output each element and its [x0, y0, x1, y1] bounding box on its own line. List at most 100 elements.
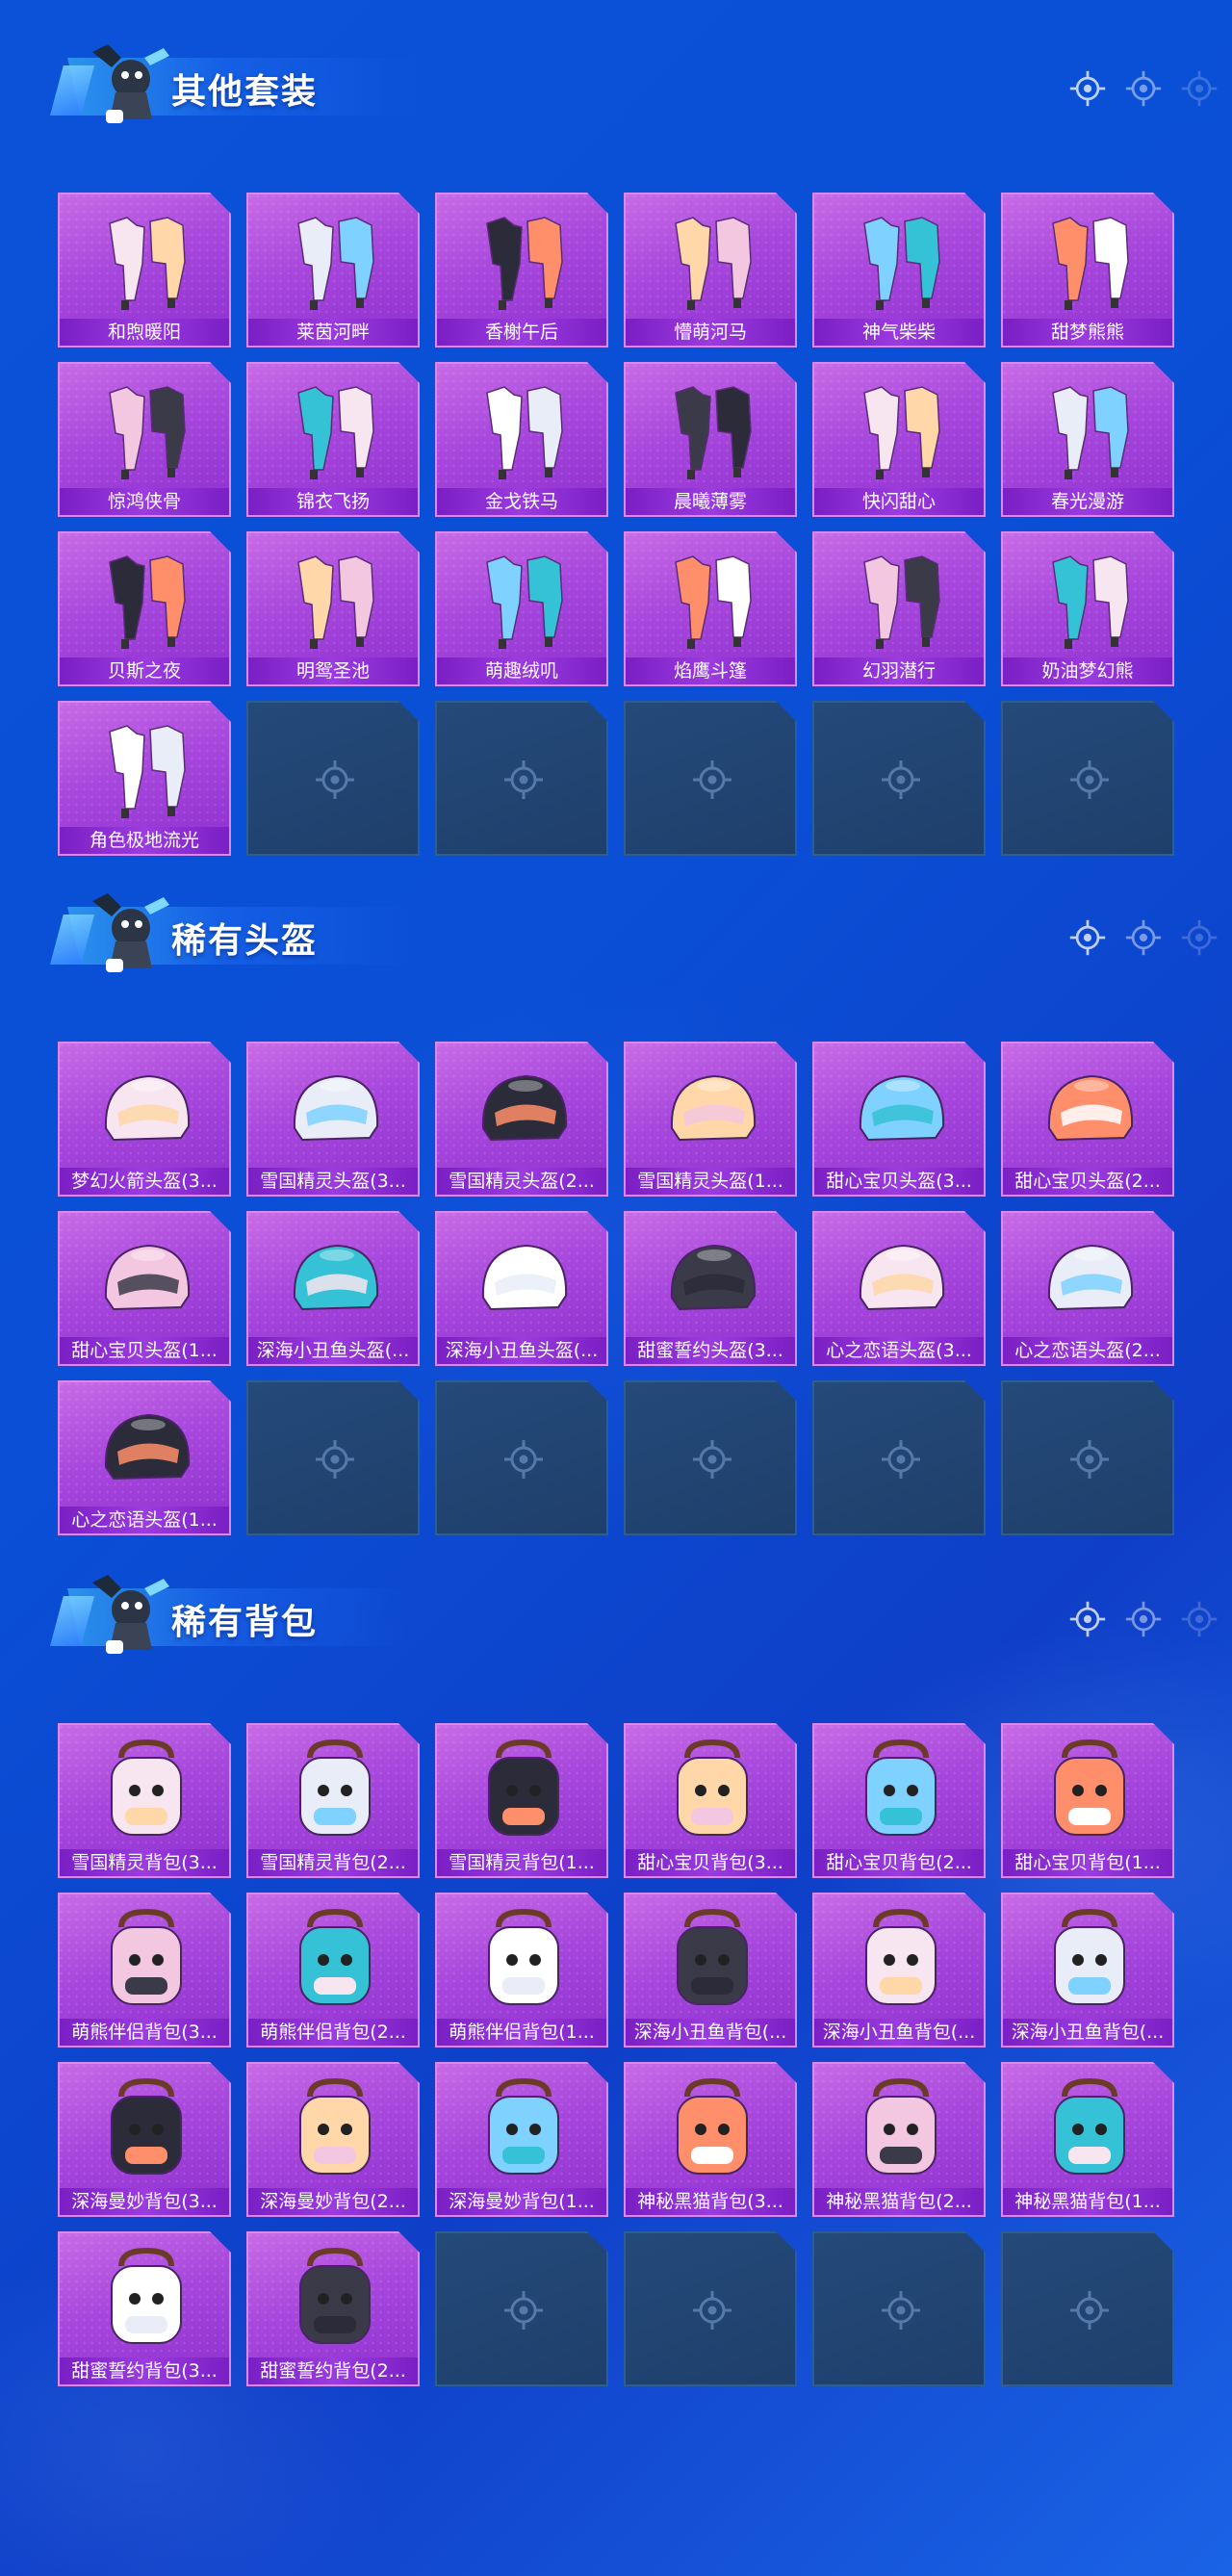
item-card[interactable]: 懵萌河马	[624, 193, 797, 348]
section-title: 稀有头盔	[171, 921, 319, 961]
item-card[interactable]: 甜蜜誓约头盔(3...	[624, 1211, 797, 1366]
crosshair-icon	[1068, 69, 1107, 108]
item-card[interactable]: 深海小丑鱼背包(...	[812, 1893, 986, 2048]
item-card[interactable]: 幻羽潜行	[812, 531, 986, 686]
item-card[interactable]: 雪国精灵背包(2...	[246, 1723, 420, 1878]
mascot-icon	[83, 1565, 175, 1658]
crosshair-icon	[502, 759, 545, 801]
item-card[interactable]: 金戈铁马	[435, 362, 608, 517]
item-card[interactable]: 锦衣飞扬	[246, 362, 420, 517]
item-card[interactable]: 神秘黑猫背包(1...	[1001, 2062, 1174, 2217]
outfit-icon	[1032, 206, 1147, 312]
outfit-icon	[89, 375, 204, 481]
item-card[interactable]: 甜蜜誓约背包(2...	[246, 2231, 420, 2386]
item-label: 深海曼妙背包(3...	[60, 2188, 229, 2215]
item-card[interactable]: 晨曦薄雾	[624, 362, 797, 517]
item-card[interactable]: 心之恋语头盔(2...	[1001, 1211, 1174, 1366]
item-label: 甜心宝贝背包(2...	[814, 1849, 984, 1876]
crosshair-icon	[1124, 1600, 1163, 1638]
item-card[interactable]: 雪国精灵头盔(2...	[435, 1042, 608, 1197]
item-card[interactable]: 甜梦熊熊	[1001, 193, 1174, 348]
item-card[interactable]: 甜心宝贝头盔(2...	[1001, 1042, 1174, 1197]
item-label: 神秘黑猫背包(1...	[1003, 2188, 1172, 2215]
item-card[interactable]: 心之恋语头盔(1...	[58, 1380, 231, 1535]
item-card[interactable]: 甜心宝贝背包(3...	[624, 1723, 797, 1878]
item-card[interactable]: 深海曼妙背包(3...	[58, 2062, 231, 2217]
helmet-icon	[277, 1224, 393, 1330]
backpack-icon	[843, 1737, 959, 1842]
backpack-icon	[89, 2245, 204, 2351]
item-card[interactable]: 莱茵河畔	[246, 193, 420, 348]
item-card[interactable]: 雪国精灵背包(3...	[58, 1723, 231, 1878]
item-card[interactable]: 春光漫游	[1001, 362, 1174, 517]
crosshair-icon	[691, 1438, 733, 1481]
item-card[interactable]: 萌熊伴侣背包(3...	[58, 1893, 231, 2048]
crosshair-icon	[1068, 1600, 1107, 1638]
item-label: 雪国精灵背包(1...	[437, 1849, 606, 1876]
crosshair-icon	[691, 2289, 733, 2331]
item-card[interactable]: 雪国精灵背包(1...	[435, 1723, 608, 1878]
item-label: 神气柴柴	[814, 319, 984, 346]
item-card[interactable]: 深海小丑鱼头盔(...	[246, 1211, 420, 1366]
item-label: 深海小丑鱼背包(...	[814, 2019, 984, 2046]
backpack-icon	[1032, 1737, 1147, 1842]
helmet-icon	[1032, 1055, 1147, 1161]
item-label: 惊鸿侠骨	[60, 488, 229, 515]
item-card[interactable]: 神秘黑猫背包(3...	[624, 2062, 797, 2217]
item-card[interactable]: 深海曼妙背包(2...	[246, 2062, 420, 2217]
item-card[interactable]: 甜心宝贝背包(2...	[812, 1723, 986, 1878]
item-label: 心之恋语头盔(2...	[1003, 1337, 1172, 1364]
item-card[interactable]: 甜蜜誓约背包(3...	[58, 2231, 231, 2386]
item-card[interactable]: 香榭午后	[435, 193, 608, 348]
item-card[interactable]: 明鸳圣池	[246, 531, 420, 686]
section-header: 其他套装	[29, 29, 1218, 125]
item-card[interactable]: 甜心宝贝头盔(1...	[58, 1211, 231, 1366]
item-card[interactable]: 深海小丑鱼背包(...	[624, 1893, 797, 2048]
item-card[interactable]: 甜心宝贝背包(1...	[1001, 1723, 1174, 1878]
outfit-icon	[843, 375, 959, 481]
item-label: 深海小丑鱼头盔(...	[437, 1337, 606, 1364]
item-label: 深海小丑鱼背包(...	[1003, 2019, 1172, 2046]
item-label: 贝斯之夜	[60, 657, 229, 684]
item-card[interactable]: 角色极地流光	[58, 701, 231, 856]
item-card[interactable]: 深海小丑鱼头盔(...	[435, 1211, 608, 1366]
helmet-icon	[89, 1055, 204, 1161]
item-card[interactable]: 惊鸿侠骨	[58, 362, 231, 517]
empty-slot	[435, 1380, 608, 1535]
item-label: 焰鹰斗篷	[626, 657, 795, 684]
crosshair-icon	[314, 1438, 356, 1481]
item-label: 快闪甜心	[814, 488, 984, 515]
item-card[interactable]: 深海曼妙背包(1...	[435, 2062, 608, 2217]
item-card[interactable]: 雪国精灵头盔(1...	[624, 1042, 797, 1197]
item-label: 晨曦薄雾	[626, 488, 795, 515]
crosshair-icon	[1180, 918, 1219, 957]
item-card[interactable]: 焰鹰斗篷	[624, 531, 797, 686]
item-card[interactable]: 贝斯之夜	[58, 531, 231, 686]
backpack-icon	[89, 1737, 204, 1842]
item-label: 深海曼妙背包(1...	[437, 2188, 606, 2215]
empty-slot	[435, 2231, 608, 2386]
item-card[interactable]: 快闪甜心	[812, 362, 986, 517]
item-card[interactable]: 梦幻火箭头盔(3...	[58, 1042, 231, 1197]
backpack-icon	[277, 2075, 393, 2181]
item-card[interactable]: 和煦暖阳	[58, 193, 231, 348]
item-label: 锦衣飞扬	[248, 488, 418, 515]
item-card[interactable]: 萌趣绒叽	[435, 531, 608, 686]
item-label: 甜心宝贝背包(3...	[626, 1849, 795, 1876]
item-card[interactable]: 萌熊伴侣背包(2...	[246, 1893, 420, 2048]
item-label: 雪国精灵头盔(3...	[248, 1168, 418, 1195]
empty-slot	[812, 1380, 986, 1535]
crosshair-icon	[1180, 1600, 1219, 1638]
item-card[interactable]: 萌熊伴侣背包(1...	[435, 1893, 608, 2048]
backpack-icon	[1032, 2075, 1147, 2181]
item-card[interactable]: 神气柴柴	[812, 193, 986, 348]
section-decor-dots	[1068, 69, 1218, 108]
item-card[interactable]: 甜心宝贝头盔(3...	[812, 1042, 986, 1197]
item-card[interactable]: 神秘黑猫背包(2...	[812, 2062, 986, 2217]
item-card[interactable]: 深海小丑鱼背包(...	[1001, 1893, 1174, 2048]
item-card[interactable]: 雪国精灵头盔(3...	[246, 1042, 420, 1197]
item-label: 春光漫游	[1003, 488, 1172, 515]
item-card[interactable]: 心之恋语头盔(3...	[812, 1211, 986, 1366]
item-card[interactable]: 奶油梦幻熊	[1001, 531, 1174, 686]
empty-slot	[435, 701, 608, 856]
